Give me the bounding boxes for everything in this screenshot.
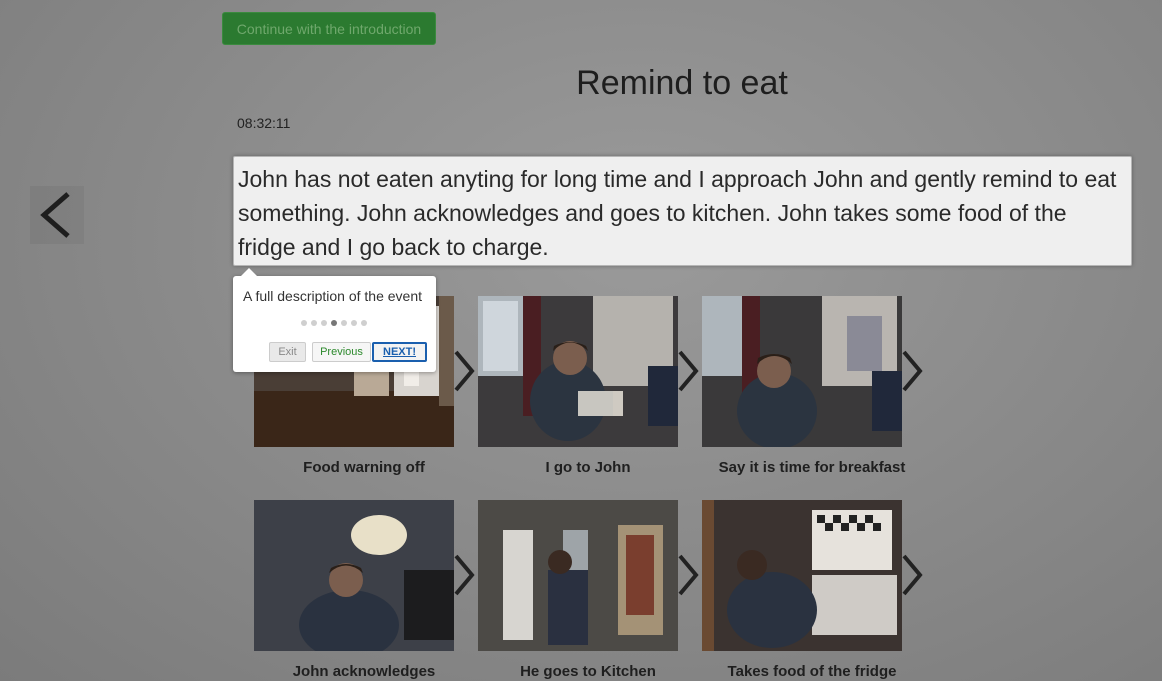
chevron-right-icon bbox=[900, 552, 924, 598]
continue-introduction-button[interactable]: Continue with the introduction bbox=[222, 12, 436, 45]
page-title: Remind to eat bbox=[576, 64, 788, 102]
tour-dot-active bbox=[331, 320, 337, 326]
chevron-left-icon bbox=[30, 192, 84, 248]
step-caption: Takes food of the fridge bbox=[727, 663, 897, 680]
chevron-right-icon bbox=[452, 348, 476, 394]
back-button[interactable] bbox=[30, 186, 84, 244]
tour-progress-dots bbox=[301, 320, 367, 326]
chevron-right-icon bbox=[676, 552, 700, 598]
chevron-right-icon bbox=[676, 348, 700, 394]
step-caption: Say it is time for breakfast bbox=[718, 459, 906, 476]
tour-dot bbox=[361, 320, 367, 326]
tour-text: A full description of the event bbox=[243, 288, 422, 304]
step-image-fridge[interactable] bbox=[702, 500, 902, 651]
event-description: John has not eaten anyting for long time… bbox=[233, 156, 1132, 266]
chevron-right-icon bbox=[900, 348, 924, 394]
step-caption: He goes to Kitchen bbox=[520, 663, 656, 680]
chevron-right-icon bbox=[452, 552, 476, 598]
tour-dot bbox=[311, 320, 317, 326]
tour-next-button[interactable]: NEXT! bbox=[372, 342, 427, 362]
tour-popover: A full description of the event Exit Pre… bbox=[233, 268, 436, 372]
step-caption: I go to John bbox=[545, 459, 631, 476]
clock-time: 08:32:11 bbox=[237, 115, 291, 131]
step-image-acknowledge[interactable] bbox=[254, 500, 454, 651]
step-image-living-room[interactable] bbox=[478, 296, 678, 447]
step-image-breakfast[interactable] bbox=[702, 296, 902, 447]
tour-exit-button[interactable]: Exit bbox=[269, 342, 306, 362]
tour-dot bbox=[341, 320, 347, 326]
tour-previous-button[interactable]: Previous bbox=[312, 342, 371, 362]
step-image-kitchen-walk[interactable] bbox=[478, 500, 678, 651]
step-caption: John acknowledges bbox=[292, 663, 436, 680]
tour-dot bbox=[351, 320, 357, 326]
step-caption: Food warning off bbox=[303, 459, 425, 476]
tour-dot bbox=[321, 320, 327, 326]
tour-dot bbox=[301, 320, 307, 326]
